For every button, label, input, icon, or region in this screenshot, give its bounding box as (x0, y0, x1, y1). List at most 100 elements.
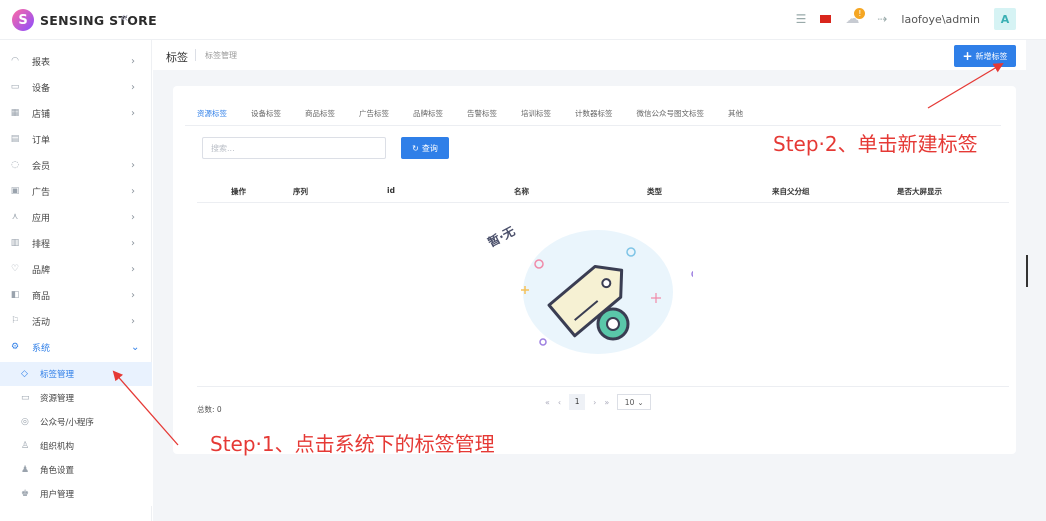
member-icon: ◌ (11, 160, 19, 170)
top-right-tools: ☰ ☁! ⇢ laofoye\admin A (796, 8, 1016, 30)
column-header[interactable]: 序列 (293, 186, 308, 197)
sidebar-item-schedule[interactable]: ▥ 排程 › (0, 230, 152, 256)
tab-wechat-article-tags[interactable]: 微信公众号图文标签 (625, 108, 717, 126)
chevron-right-icon: › (131, 185, 135, 197)
app-window: S SENSING STORE « ☰ ☁! ⇢ laofoye\admin A… (0, 0, 1046, 521)
tab-brand-tags[interactable]: 品牌标签 (401, 108, 455, 126)
sidebar-subitem-label: 公众号/小程序 (40, 418, 94, 428)
resource-icon: ▭ (21, 393, 30, 403)
user-name[interactable]: laofoye\admin (901, 13, 980, 26)
chevron-right-icon: › (131, 289, 135, 301)
sidebar-item-label: 报表 (32, 57, 51, 68)
device-icon: ▭ (10, 82, 20, 92)
wechat-icon: ◎ (21, 417, 29, 427)
chevron-right-icon: › (131, 211, 135, 223)
sidebar-subitem-wechat[interactable]: ◎ 公众号/小程序 (0, 410, 152, 434)
page-number[interactable]: 1 (569, 394, 586, 410)
last-page-icon[interactable]: » (604, 398, 609, 407)
sidebar-subitem-organization[interactable]: ♙ 组织机构 (0, 434, 152, 458)
sidebar-item-activity[interactable]: ⚐ 活动 › (0, 308, 152, 334)
page-title: 标签 (166, 51, 188, 64)
plus-icon: + (962, 49, 973, 63)
column-header[interactable]: 操作 (231, 186, 246, 197)
logo[interactable]: S SENSING STORE (12, 9, 157, 31)
logout-arrow-icon[interactable]: ⇢ (877, 12, 887, 26)
page-size-select[interactable]: 10 ⌄ (617, 394, 652, 410)
table-header-divider (197, 202, 1009, 203)
sidebar-item-label: 设备 (32, 83, 51, 94)
sidebar-item-order[interactable]: ▤ 订单 (0, 126, 152, 152)
tab-resource-tags[interactable]: 资源标签 (185, 108, 239, 126)
tab-alarm-tags[interactable]: 告警标签 (455, 108, 509, 126)
chevron-right-icon: › (131, 159, 135, 171)
column-header[interactable]: 名称 (514, 186, 529, 197)
page-size-value: 10 (624, 397, 635, 407)
new-tag-button-label: 新增标签 (975, 51, 1008, 61)
tab-training-tags[interactable]: 培训标签 (509, 108, 563, 126)
tab-other[interactable]: 其他 (716, 108, 755, 126)
sidebar-subitem-label: 用户管理 (40, 490, 75, 500)
first-page-icon[interactable]: « (545, 398, 550, 407)
language-flag-icon[interactable] (820, 15, 832, 23)
sidebar-subitem-resource-management[interactable]: ▭ 资源管理 (0, 386, 152, 410)
column-header[interactable]: 类型 (647, 186, 662, 197)
column-header[interactable]: 是否大屏显示 (897, 186, 942, 197)
query-button[interactable]: ↻ 查询 (401, 137, 449, 159)
sidebar-item-label: 订单 (32, 135, 51, 146)
sidebar-item-label: 排程 (32, 239, 51, 250)
sidebar-item-label: 应用 (32, 213, 51, 224)
next-page-icon[interactable]: › (593, 398, 596, 407)
sidebar-item-label: 广告 (32, 187, 51, 198)
new-tag-button[interactable]: + 新增标签 (954, 45, 1016, 67)
sidebar-item-label: 商品 (32, 291, 51, 302)
sidebar-subitem-label: 资源管理 (40, 394, 75, 404)
sidebar-item-brand[interactable]: ♡ 品牌 › (0, 256, 152, 282)
column-header[interactable]: 来自父分组 (772, 186, 810, 197)
chevron-right-icon: › (131, 55, 135, 67)
tab-counter-tags[interactable]: 计数器标签 (563, 108, 625, 126)
org-icon: ♙ (21, 441, 30, 451)
column-header[interactable]: id (387, 186, 395, 195)
sidebar-item-member[interactable]: ◌ 会员 › (0, 152, 152, 178)
collapse-sidebar-icon[interactable]: « (120, 10, 129, 26)
sidebar-item-system[interactable]: ⚙ 系统 ⌄ (0, 334, 152, 360)
tab-device-tags[interactable]: 设备标签 (239, 108, 293, 126)
sidebar-item-device[interactable]: ▭ 设备 › (0, 74, 152, 100)
tabs-divider (185, 125, 1001, 126)
schedule-icon: ▥ (10, 238, 20, 248)
breadcrumb-current: 标签管理 (205, 51, 237, 60)
sidebar-item-label: 店铺 (32, 109, 51, 120)
notification-badge: ! (854, 8, 866, 19)
sidebar-subitem-tag-management[interactable]: ◇ 标签管理 (0, 362, 152, 386)
sidebar-subitem-user-management[interactable]: ♚ 用户管理 (0, 482, 152, 506)
tag-icon: ◇ (21, 369, 28, 379)
sidebar-subitem-role-settings[interactable]: ♟ 角色设置 (0, 458, 152, 482)
sidebar-item-label: 品牌 (32, 265, 51, 276)
sidebar-item-ad[interactable]: ▣ 广告 › (0, 178, 152, 204)
sidebar-item-report[interactable]: ◠ 报表 › (0, 48, 152, 74)
breadcrumb-divider (195, 49, 196, 61)
dashboard-icon: ◠ (11, 56, 19, 66)
sidebar-item-goods[interactable]: ◧ 商品 › (0, 282, 152, 308)
notification-cloud-icon[interactable]: ☁! (845, 8, 866, 27)
sidebar-item-shop[interactable]: ▦ 店铺 › (0, 100, 152, 126)
empty-state-illustration: 暂·无 (473, 214, 699, 364)
sidebar-subitem-label: 组织机构 (40, 442, 75, 452)
settings-sliders-icon[interactable]: ☰ (796, 12, 807, 26)
tab-ad-tags[interactable]: 广告标签 (347, 108, 401, 126)
tab-goods-tags[interactable]: 商品标签 (293, 108, 347, 126)
activity-icon: ⚐ (10, 316, 20, 326)
chevron-right-icon: › (131, 81, 135, 93)
user-icon: ♚ (21, 489, 30, 499)
system-icon: ⚙ (10, 342, 20, 352)
sidebar-item-app[interactable]: ⋏ 应用 › (0, 204, 152, 230)
avatar[interactable]: A (994, 8, 1016, 30)
search-input[interactable]: 搜索... (202, 137, 386, 159)
prev-page-icon[interactable]: ‹ (558, 398, 561, 407)
step1-annotation: Step·1、点击系统下的标签管理 (210, 432, 495, 456)
shop-icon: ▦ (10, 108, 20, 118)
step2-annotation: Step·2、单击新建标签 (773, 132, 978, 156)
table-footer-divider (197, 386, 1009, 387)
sidebar: ◠ 报表 › ▭ 设备 › ▦ 店铺 › ▤ 订单 ◌ 会员 › ▣ 广告 › ⋏ 应用 › ▥ 排程 › ♡… (0, 40, 152, 521)
scrollbar-thumb[interactable] (1026, 255, 1028, 287)
